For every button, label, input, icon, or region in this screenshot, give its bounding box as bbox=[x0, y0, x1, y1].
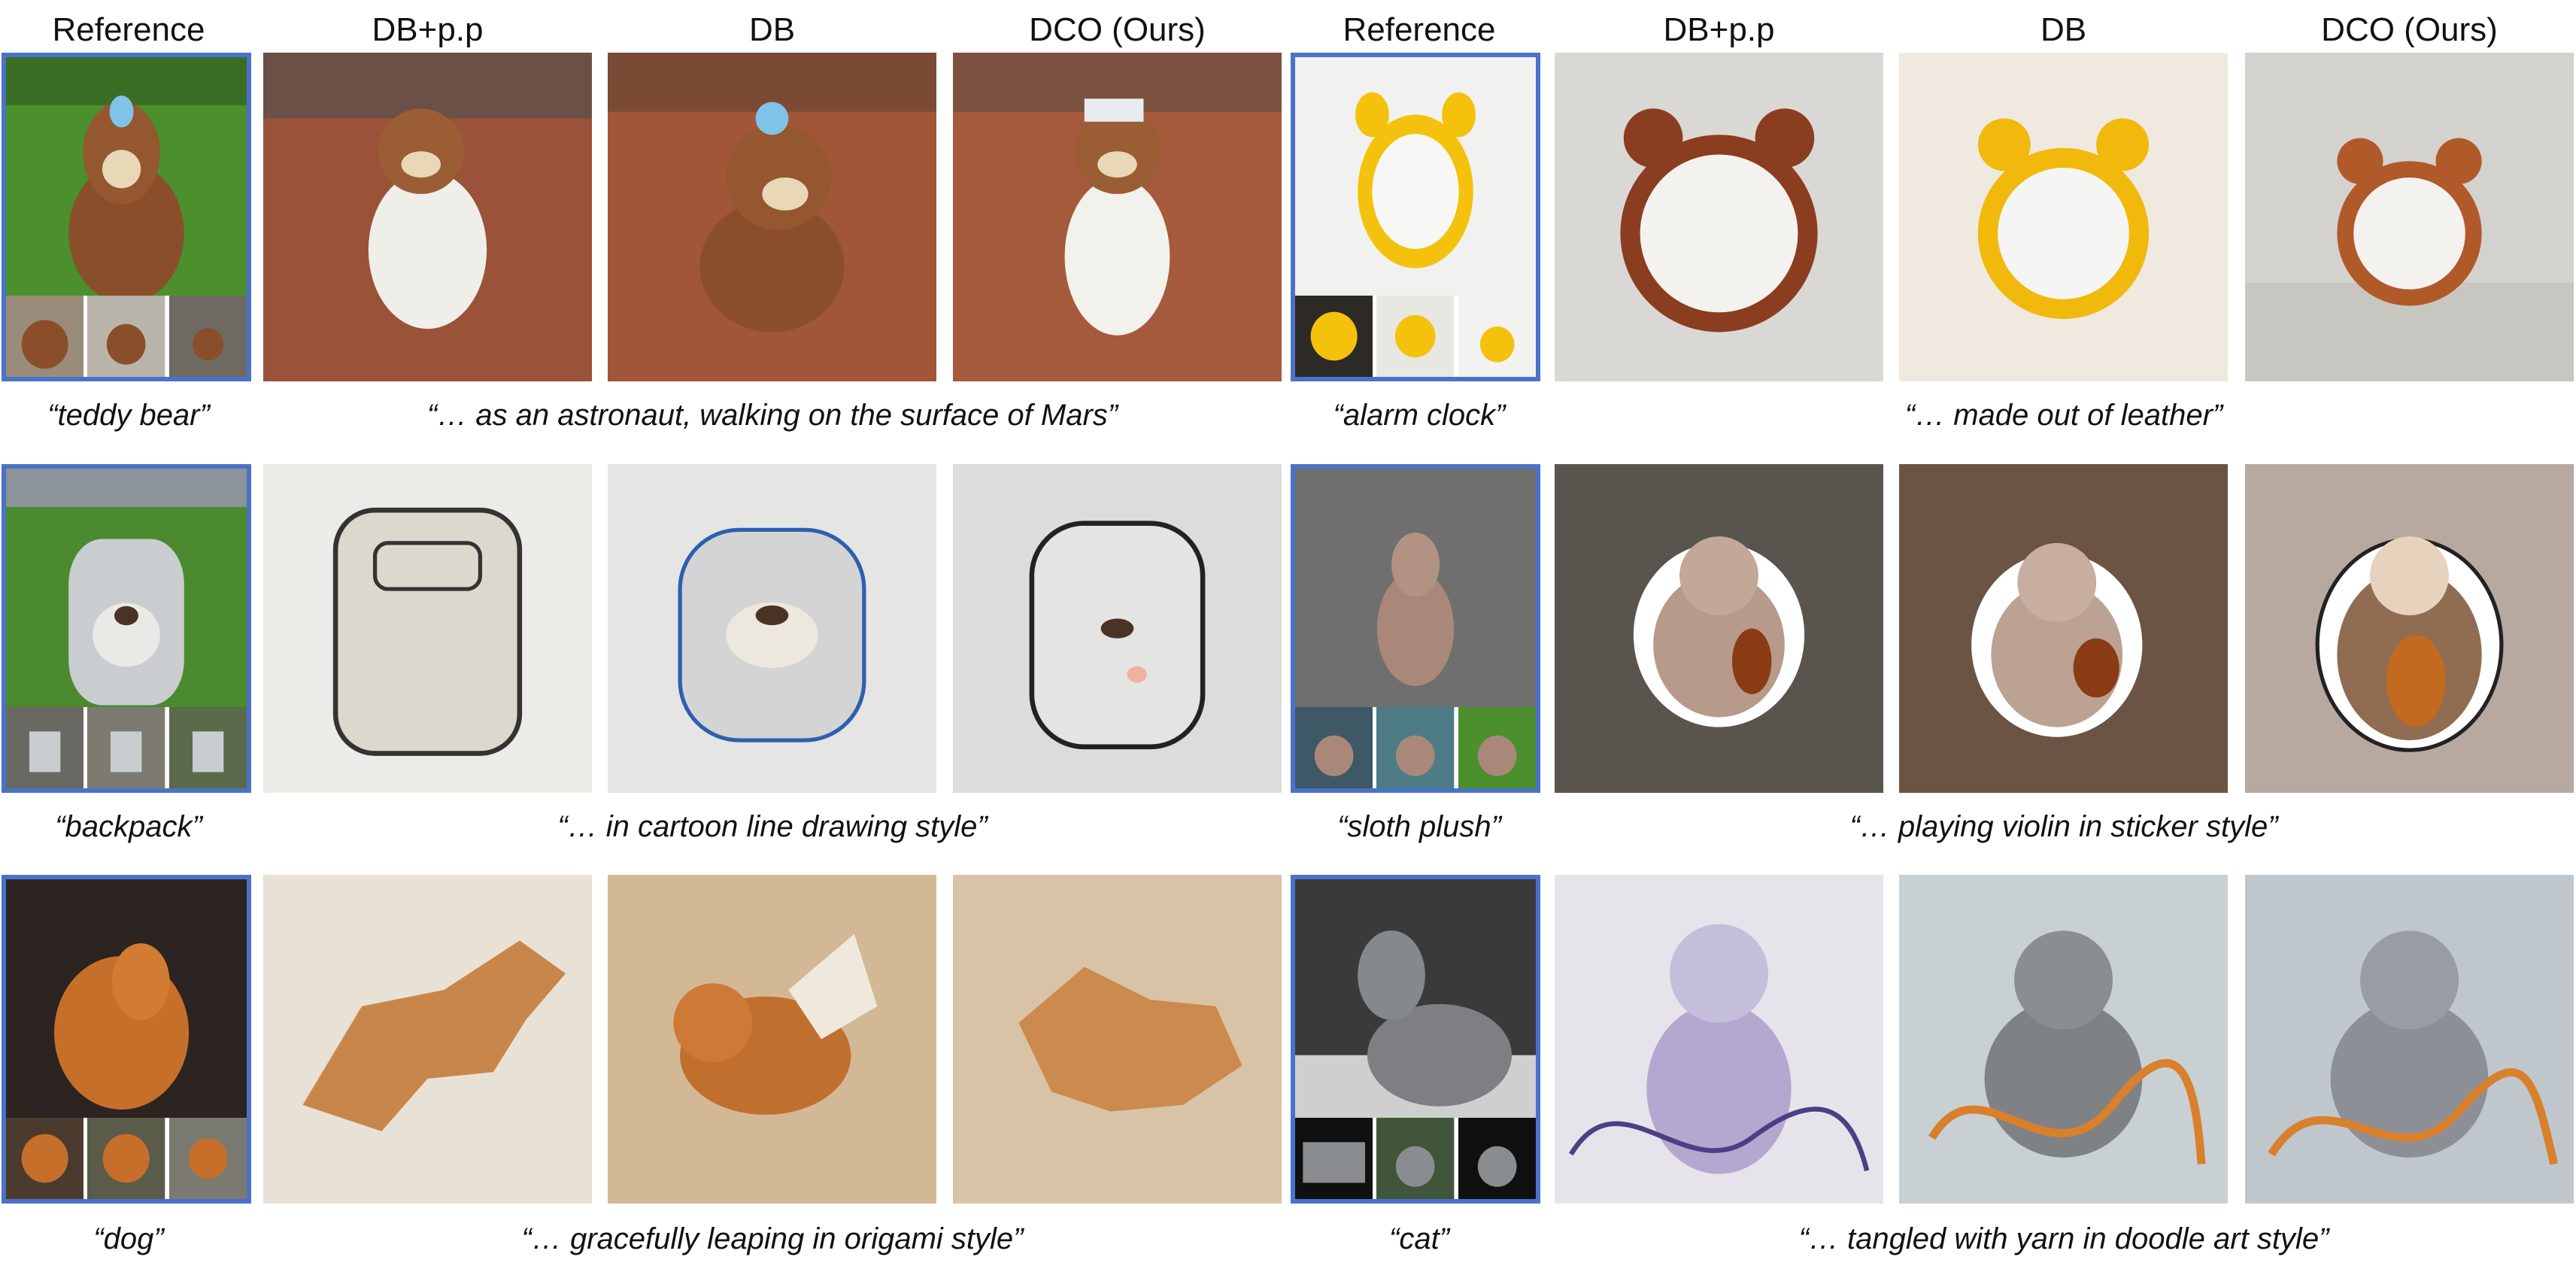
header-reference-left: Reference bbox=[52, 11, 205, 48]
reference-thumbnail bbox=[6, 707, 84, 788]
caption-subject-cat: “cat” bbox=[1389, 1222, 1449, 1255]
reference-thumbnail bbox=[87, 296, 165, 377]
reference-image-teddy-bear bbox=[2, 53, 251, 381]
header-dbpp-right: DB+p.p bbox=[1663, 11, 1775, 48]
header-dco-right: DCO (Ours) bbox=[2321, 11, 2498, 48]
caption-subject-dog: “dog” bbox=[93, 1222, 164, 1255]
generated-image-db-dog-origami bbox=[608, 875, 936, 1204]
reference-image-cat bbox=[1291, 875, 1540, 1204]
caption-prompt-teddy-bear: “… as an astronaut, walking on the surfa… bbox=[426, 399, 1118, 432]
reference-thumbnail bbox=[1376, 1118, 1455, 1199]
reference-thumbnail bbox=[168, 1118, 247, 1199]
reference-thumbnails bbox=[1295, 1118, 1536, 1199]
reference-thumbnail bbox=[87, 707, 165, 788]
reference-image-sloth-plush bbox=[1291, 464, 1540, 793]
generated-image-db-alarm-clock-leather bbox=[1899, 53, 2228, 381]
reference-thumbnails bbox=[1295, 296, 1536, 377]
caption-prompt-cat: “… tangled with yarn in doodle art style… bbox=[1798, 1222, 2329, 1255]
generated-image-dco-cat-yarn-doodle bbox=[2245, 875, 2574, 1204]
generated-image-db-backpack-line-drawing bbox=[608, 464, 936, 793]
reference-thumbnail bbox=[168, 707, 247, 788]
generated-image-dco-dog-origami bbox=[953, 875, 1282, 1204]
reference-image-backpack bbox=[2, 464, 251, 793]
generated-image-dbpp-backpack-line-drawing bbox=[263, 464, 592, 793]
reference-thumbnail bbox=[1376, 296, 1455, 377]
caption-prompt-dog: “… gracefully leaping in origami style” bbox=[521, 1222, 1024, 1255]
generated-image-dbpp-teddy-mars bbox=[263, 53, 592, 381]
generated-image-dbpp-cat-yarn-doodle bbox=[1555, 875, 1883, 1204]
header-db-left: DB bbox=[748, 11, 796, 48]
generated-image-dco-alarm-clock-leather bbox=[2245, 53, 2574, 381]
caption-prompt-backpack: “… in cartoon line drawing style” bbox=[557, 810, 988, 843]
generated-image-db-teddy-mars bbox=[608, 53, 936, 381]
generated-image-db-sloth-violin-sticker bbox=[1899, 464, 2228, 793]
generated-image-dbpp-dog-origami bbox=[263, 875, 592, 1204]
reference-thumbnail bbox=[168, 296, 247, 377]
reference-thumbnail bbox=[1295, 707, 1373, 788]
reference-image-dog bbox=[2, 875, 251, 1204]
generated-image-db-cat-yarn-doodle bbox=[1899, 875, 2228, 1204]
caption-prompt-alarm-clock: “… made out of leather” bbox=[1904, 399, 2223, 432]
reference-thumbnail bbox=[6, 296, 84, 377]
reference-thumbnail bbox=[87, 1118, 165, 1199]
reference-thumbnail bbox=[1295, 296, 1373, 377]
reference-image-alarm-clock bbox=[1291, 53, 1540, 381]
generated-image-dco-backpack-line-drawing bbox=[953, 464, 1282, 793]
header-reference-right: Reference bbox=[1343, 11, 1496, 48]
header-db-right: DB bbox=[2040, 11, 2087, 48]
reference-thumbnail bbox=[1376, 707, 1455, 788]
generated-image-dbpp-alarm-clock-leather bbox=[1555, 53, 1883, 381]
reference-thumbnails bbox=[6, 707, 247, 788]
caption-subject-sloth-plush: “sloth plush” bbox=[1337, 810, 1501, 843]
header-dbpp-left: DB+p.p bbox=[372, 11, 484, 48]
comparison-figure: Reference DB+p.p DB DCO (Ours) Reference… bbox=[0, 0, 2576, 1275]
reference-thumbnail bbox=[1458, 1118, 1536, 1199]
caption-subject-alarm-clock: “alarm clock” bbox=[1333, 399, 1506, 432]
reference-thumbnails bbox=[6, 296, 247, 377]
reference-thumbnail bbox=[1458, 296, 1536, 377]
generated-image-dbpp-sloth-violin-sticker bbox=[1555, 464, 1883, 793]
header-dco-left: DCO (Ours) bbox=[1029, 11, 1206, 48]
caption-subject-backpack: “backpack” bbox=[55, 810, 202, 843]
caption-subject-teddy-bear: “teddy bear” bbox=[47, 399, 210, 432]
generated-image-dco-teddy-mars bbox=[953, 53, 1282, 381]
reference-thumbnail bbox=[1295, 1118, 1373, 1199]
generated-image-dco-sloth-violin-sticker bbox=[2245, 464, 2574, 793]
reference-thumbnail bbox=[1458, 707, 1536, 788]
caption-prompt-sloth-plush: “… playing violin in sticker style” bbox=[1849, 810, 2278, 843]
reference-thumbnail bbox=[6, 1118, 84, 1199]
reference-thumbnails bbox=[1295, 707, 1536, 788]
reference-thumbnails bbox=[6, 1118, 247, 1199]
